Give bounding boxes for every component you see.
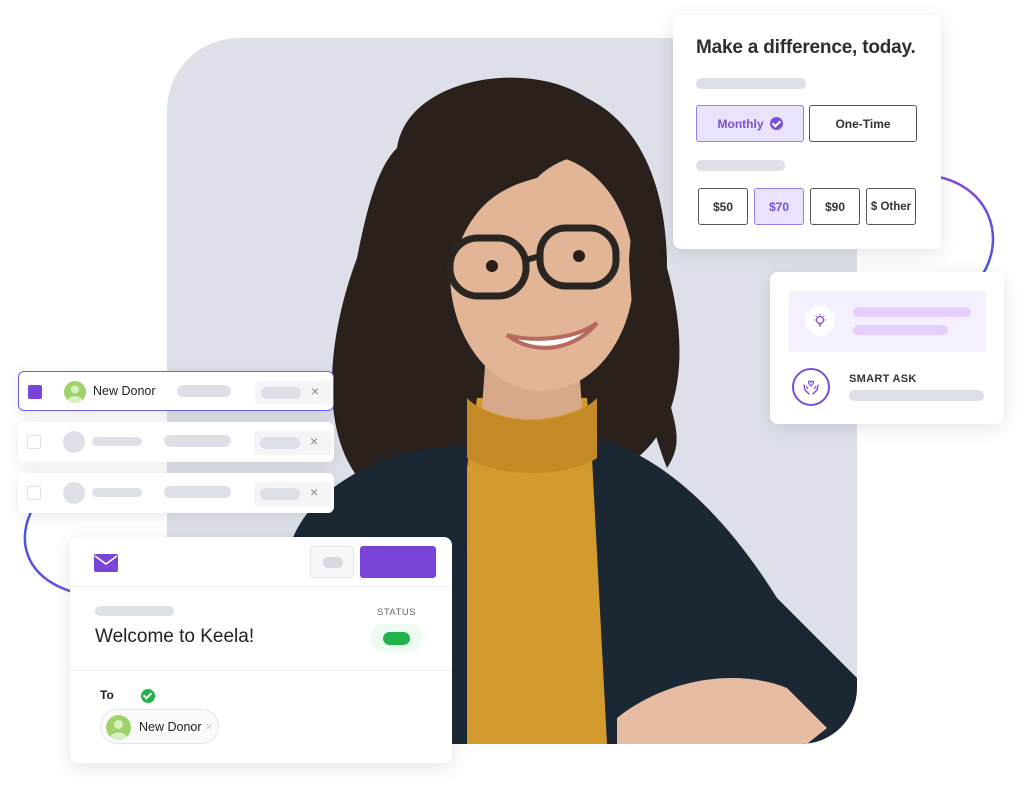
tag-field bbox=[254, 431, 332, 455]
placeholder-bar bbox=[696, 160, 785, 171]
amount-other-label: $ Other bbox=[870, 200, 912, 213]
frequency-monthly-label: Monthly bbox=[717, 116, 764, 131]
avatar bbox=[63, 431, 85, 453]
donor-name: New Donor bbox=[93, 384, 156, 398]
tag-field bbox=[254, 482, 332, 506]
status-indicator bbox=[383, 632, 410, 645]
amount-90-button[interactable]: $90 bbox=[810, 188, 860, 225]
avatar bbox=[64, 381, 86, 403]
divider bbox=[70, 670, 452, 671]
check-circle-icon bbox=[769, 117, 783, 130]
email-subject: Welcome to Keela! bbox=[95, 626, 255, 647]
check-circle-icon bbox=[141, 689, 155, 703]
heart-hands-icon bbox=[792, 368, 830, 406]
envelope-icon bbox=[94, 554, 118, 577]
placeholder-bar bbox=[261, 387, 301, 399]
placeholder-bar bbox=[164, 486, 231, 498]
placeholder-bar bbox=[260, 488, 300, 500]
divider bbox=[70, 586, 452, 587]
remove-icon[interactable]: × bbox=[310, 484, 318, 500]
placeholder-bar bbox=[164, 435, 231, 447]
row-checkbox[interactable] bbox=[27, 486, 41, 500]
amount-50-button[interactable]: $50 bbox=[698, 188, 748, 225]
remove-recipient-icon[interactable]: × bbox=[205, 719, 213, 734]
avatar bbox=[63, 482, 85, 504]
amount-70-label: $70 bbox=[768, 199, 790, 214]
primary-button[interactable] bbox=[360, 546, 436, 578]
remove-icon[interactable]: × bbox=[310, 433, 318, 449]
frequency-one-time-button[interactable]: One-Time bbox=[809, 105, 917, 142]
recipient-chip[interactable]: New Donor × bbox=[100, 709, 219, 744]
amount-other-button[interactable]: $ Other bbox=[866, 188, 916, 225]
frequency-one-time-label: One-Time bbox=[835, 116, 891, 131]
donor-row[interactable]: × bbox=[18, 422, 334, 462]
placeholder-bar bbox=[92, 488, 142, 497]
placeholder-bar bbox=[92, 437, 142, 446]
frequency-monthly-button[interactable]: Monthly bbox=[696, 105, 804, 142]
amount-50-label: $50 bbox=[712, 199, 734, 214]
smart-ask-suggestion bbox=[789, 291, 986, 352]
placeholder-bar bbox=[849, 390, 984, 401]
placeholder-bar bbox=[177, 385, 231, 397]
placeholder-bar bbox=[853, 325, 948, 335]
placeholder-bar bbox=[696, 78, 806, 89]
donation-form-title: Make a difference, today. bbox=[696, 37, 916, 58]
status-label: STATUS bbox=[377, 607, 417, 618]
to-label: To bbox=[100, 688, 114, 702]
status-toggle[interactable] bbox=[370, 624, 423, 652]
placeholder-bar bbox=[260, 437, 300, 449]
smart-ask-label: SMART ASK bbox=[849, 373, 917, 385]
smart-ask-card: SMART ASK bbox=[770, 272, 1004, 424]
row-checkbox[interactable] bbox=[27, 435, 41, 449]
placeholder-bar bbox=[853, 307, 971, 317]
placeholder-bar bbox=[323, 557, 343, 568]
row-checkbox[interactable] bbox=[28, 385, 42, 399]
remove-icon[interactable]: × bbox=[311, 383, 319, 399]
placeholder-bar bbox=[95, 606, 174, 616]
secondary-button[interactable] bbox=[310, 546, 354, 578]
donor-row[interactable]: New Donor × bbox=[18, 371, 334, 411]
tag-field bbox=[255, 381, 333, 405]
donation-form-card: Make a difference, today. Monthly One-Ti… bbox=[673, 15, 941, 249]
amount-70-button[interactable]: $70 bbox=[754, 188, 804, 225]
donor-row[interactable]: × bbox=[18, 473, 334, 513]
recipient-name: New Donor bbox=[139, 720, 202, 734]
avatar bbox=[106, 715, 131, 740]
amount-90-label: $90 bbox=[824, 199, 846, 214]
lightbulb-icon bbox=[805, 306, 835, 336]
email-card: Welcome to Keela! STATUS To New Donor × bbox=[70, 537, 452, 763]
